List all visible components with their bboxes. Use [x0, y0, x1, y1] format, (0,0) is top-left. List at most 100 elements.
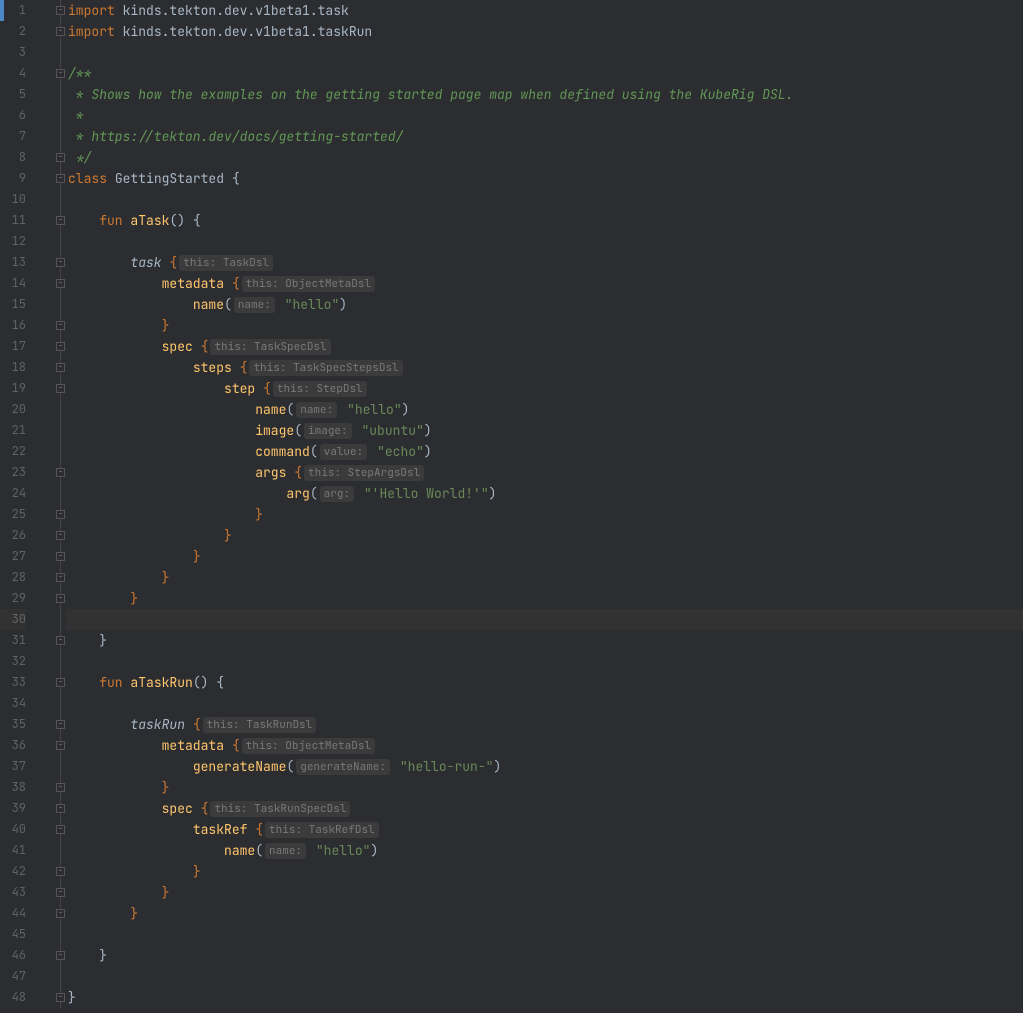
code-line[interactable] [66, 966, 1023, 987]
line-number[interactable]: 47 [0, 966, 26, 987]
fold-toggle-icon[interactable]: - [56, 594, 65, 603]
fold-toggle-icon[interactable]: - [56, 342, 65, 351]
line-number[interactable]: 32 [0, 651, 26, 672]
code-line[interactable]: } [66, 777, 1023, 798]
line-number[interactable]: 19 [0, 378, 26, 399]
line-number[interactable]: 14 [0, 273, 26, 294]
code-line[interactable] [66, 651, 1023, 672]
code-line[interactable]: } [66, 987, 1023, 1008]
line-number[interactable]: 2 [0, 21, 26, 42]
line-number[interactable]: 40 [0, 819, 26, 840]
line-number[interactable]: 18 [0, 357, 26, 378]
code-line[interactable] [66, 42, 1023, 63]
code-line[interactable]: name(name: "hello") [66, 399, 1023, 420]
fold-toggle-icon[interactable]: - [56, 678, 65, 687]
code-line[interactable]: taskRef {this: TaskRefDsl [66, 819, 1023, 840]
code-line[interactable]: } [66, 588, 1023, 609]
fold-toggle-icon[interactable]: - [56, 279, 65, 288]
code-editor[interactable]: 1234567891011121314151617181920212223242… [0, 0, 1023, 1013]
line-number[interactable]: 45 [0, 924, 26, 945]
fold-toggle-icon[interactable]: - [56, 531, 65, 540]
line-number[interactable]: 4 [0, 63, 26, 84]
code-line[interactable]: args {this: StepArgsDsl [66, 462, 1023, 483]
code-line[interactable]: command(value: "echo") [66, 441, 1023, 462]
code-line[interactable] [66, 189, 1023, 210]
line-number[interactable]: 21 [0, 420, 26, 441]
fold-column[interactable]: ------------------------------ [34, 0, 66, 1013]
line-number[interactable]: 20 [0, 399, 26, 420]
code-line[interactable]: } [66, 315, 1023, 336]
line-number[interactable]: 31 [0, 630, 26, 651]
code-line[interactable]: } [66, 882, 1023, 903]
code-line[interactable]: image(image: "ubuntu") [66, 420, 1023, 441]
code-line[interactable]: steps {this: TaskSpecStepsDsl [66, 357, 1023, 378]
code-line[interactable]: /** [66, 63, 1023, 84]
code-line[interactable]: metadata {this: ObjectMetaDsl [66, 735, 1023, 756]
code-line[interactable]: spec {this: TaskSpecDsl [66, 336, 1023, 357]
line-number[interactable]: 38 [0, 777, 26, 798]
fold-toggle-icon[interactable]: - [56, 510, 65, 519]
fold-toggle-icon[interactable]: - [56, 909, 65, 918]
code-line[interactable] [66, 231, 1023, 252]
line-number[interactable]: 9 [0, 168, 26, 189]
fold-toggle-icon[interactable]: - [56, 6, 65, 15]
fold-toggle-icon[interactable]: - [56, 384, 65, 393]
fold-toggle-icon[interactable]: - [56, 573, 65, 582]
line-number[interactable]: 1 [0, 0, 26, 21]
line-number[interactable]: 42 [0, 861, 26, 882]
line-number[interactable]: 12 [0, 231, 26, 252]
line-number[interactable]: 17 [0, 336, 26, 357]
fold-toggle-icon[interactable]: - [56, 321, 65, 330]
fold-toggle-icon[interactable]: - [56, 552, 65, 561]
code-line[interactable] [66, 693, 1023, 714]
line-number[interactable]: 43 [0, 882, 26, 903]
code-line[interactable]: import kinds.tekton.dev.v1beta1.task [66, 0, 1023, 21]
line-number[interactable]: 28 [0, 567, 26, 588]
line-number[interactable]: 6 [0, 105, 26, 126]
code-line[interactable]: metadata {this: ObjectMetaDsl [66, 273, 1023, 294]
fold-toggle-icon[interactable]: - [56, 720, 65, 729]
line-number[interactable]: 25 [0, 504, 26, 525]
fold-toggle-icon[interactable]: - [56, 867, 65, 876]
line-number[interactable]: 11 [0, 210, 26, 231]
code-line[interactable]: name(name: "hello") [66, 294, 1023, 315]
fold-toggle-icon[interactable]: - [56, 216, 65, 225]
line-number[interactable]: 23 [0, 462, 26, 483]
code-line[interactable]: step {this: StepDsl [66, 378, 1023, 399]
code-line[interactable]: name(name: "hello") [66, 840, 1023, 861]
code-line[interactable]: fun aTaskRun() { [66, 672, 1023, 693]
fold-toggle-icon[interactable]: - [56, 888, 65, 897]
line-number[interactable]: 15 [0, 294, 26, 315]
code-line[interactable]: } [66, 630, 1023, 651]
line-number[interactable]: 16 [0, 315, 26, 336]
line-number[interactable]: 27 [0, 546, 26, 567]
line-number[interactable]: 44 [0, 903, 26, 924]
line-number[interactable]: 10 [0, 189, 26, 210]
line-number[interactable]: 5 [0, 84, 26, 105]
fold-toggle-icon[interactable]: - [56, 741, 65, 750]
fold-toggle-icon[interactable]: - [56, 825, 65, 834]
line-number[interactable]: 8 [0, 147, 26, 168]
code-line[interactable]: } [66, 945, 1023, 966]
fold-toggle-icon[interactable]: - [56, 174, 65, 183]
code-line[interactable]: */ [66, 147, 1023, 168]
fold-toggle-icon[interactable]: - [56, 153, 65, 162]
fold-toggle-icon[interactable]: - [56, 951, 65, 960]
code-line[interactable]: * [66, 105, 1023, 126]
code-line[interactable]: } [66, 567, 1023, 588]
code-area[interactable]: import kinds.tekton.dev.v1beta1.taskimpo… [66, 0, 1023, 1013]
code-line[interactable]: } [66, 525, 1023, 546]
fold-toggle-icon[interactable]: - [56, 468, 65, 477]
code-line[interactable]: } [66, 861, 1023, 882]
line-number-gutter[interactable]: 1234567891011121314151617181920212223242… [0, 0, 34, 1013]
fold-toggle-icon[interactable]: - [56, 258, 65, 267]
line-number[interactable]: 13 [0, 252, 26, 273]
fold-toggle-icon[interactable]: - [56, 783, 65, 792]
code-line[interactable]: * https://tekton.dev/docs/getting-starte… [66, 126, 1023, 147]
code-line[interactable]: * Shows how the examples on the getting … [66, 84, 1023, 105]
code-line[interactable]: fun aTask() { [66, 210, 1023, 231]
line-number[interactable]: 41 [0, 840, 26, 861]
line-number[interactable]: 7 [0, 126, 26, 147]
code-line[interactable]: } [66, 504, 1023, 525]
code-line[interactable]: } [66, 546, 1023, 567]
